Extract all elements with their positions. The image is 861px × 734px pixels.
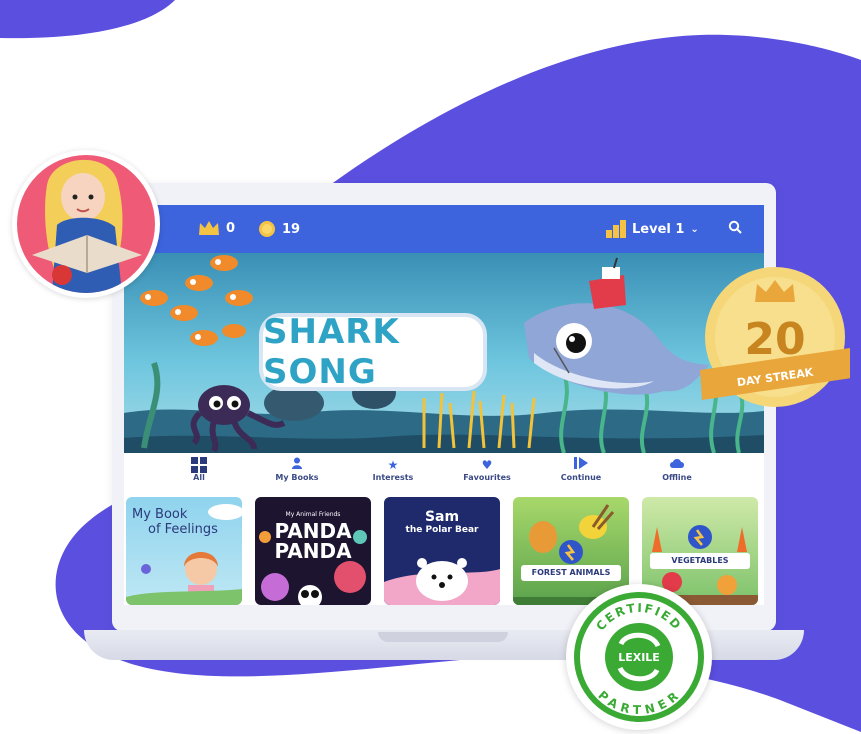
coin-icon xyxy=(259,221,275,237)
book-top-text: My Animal Friends xyxy=(285,511,341,518)
star-icon: ★ xyxy=(387,458,399,472)
top-bar: 0 19 Level 1 ⌄ xyxy=(124,205,764,253)
chevron-down-icon: ⌄ xyxy=(690,223,699,235)
banner-title: SHARK SONG xyxy=(263,312,400,392)
featured-banner[interactable]: SHARK SONG xyxy=(124,253,764,453)
book-title-line2: PANDA xyxy=(274,539,352,563)
tab-offline[interactable]: Offline xyxy=(632,457,722,482)
tab-label: Continue xyxy=(560,473,602,482)
book-title-line1: FOREST ANIMALS xyxy=(521,565,621,581)
level-label: Level 1 xyxy=(632,221,685,237)
level-selector[interactable]: Level 1 ⌄ xyxy=(606,220,699,238)
category-tabs: All My Books ★ Interests ♥ Favourites Co… xyxy=(124,453,764,495)
book-card[interactable]: Sam the Polar Bear xyxy=(384,497,500,605)
book-card[interactable]: My Animal Friends PANDA PANDA xyxy=(255,497,371,605)
tab-favourites[interactable]: ♥ Favourites xyxy=(442,457,532,482)
coin-counter[interactable]: 19 xyxy=(258,220,300,238)
person-icon xyxy=(252,457,342,473)
search-button[interactable] xyxy=(728,220,742,234)
coin-count: 19 xyxy=(282,221,301,237)
lexile-certified-badge: CERTIFIED PARTNER LEXILE xyxy=(566,584,712,730)
tab-label: Offline xyxy=(662,473,692,482)
banner-title-plate: SHARK SONG xyxy=(259,312,487,392)
grid-icon xyxy=(154,457,244,473)
laptop-notch xyxy=(378,632,508,642)
search-icon xyxy=(728,220,742,234)
tab-interests[interactable]: ★ Interests xyxy=(348,457,438,482)
level-bars-icon xyxy=(606,220,626,238)
heart-icon: ♥ xyxy=(481,458,493,472)
tab-continue[interactable]: Continue xyxy=(536,457,626,482)
tab-my-books[interactable]: My Books xyxy=(252,457,342,482)
book-title-line2: of Feelings xyxy=(148,522,218,537)
lexile-center-text: LEXILE xyxy=(618,651,660,664)
book-title-line1: My Book xyxy=(132,507,188,522)
tab-label: My Books xyxy=(275,473,319,482)
book-title-line1: PANDA xyxy=(274,519,352,543)
user-avatar xyxy=(12,150,160,298)
avatar-illustration xyxy=(17,155,155,293)
book-title-line1: VEGETABLES xyxy=(650,553,750,569)
tab-label: Interests xyxy=(372,473,414,482)
tab-all[interactable]: All xyxy=(154,457,244,482)
app-window: 0 19 Level 1 ⌄ SHARK SONG All My Books ★… xyxy=(124,205,764,605)
crown-count: 0 xyxy=(226,220,236,236)
tab-label: Favourites xyxy=(463,473,511,482)
book-card[interactable]: My Book of Feelings xyxy=(126,497,242,605)
book-title-line2: the Polar Bear xyxy=(405,525,479,535)
play-icon xyxy=(536,457,626,473)
tab-label: All xyxy=(193,473,205,482)
crown-counter[interactable]: 0 xyxy=(198,220,235,236)
day-streak-badge: 20 DAY STREAK xyxy=(700,267,850,407)
book-title-line1: Sam xyxy=(424,509,460,525)
crown-icon xyxy=(199,221,219,235)
cloud-icon xyxy=(632,457,722,473)
